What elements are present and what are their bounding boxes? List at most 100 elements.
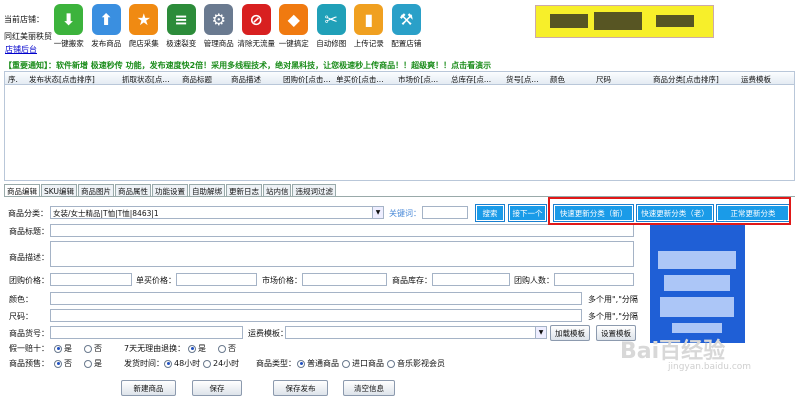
toolbar-button[interactable]: ⬇ 一键搬家 <box>50 4 88 49</box>
ship-48h-radio[interactable]: 48小时 <box>164 358 200 369</box>
wrench-icon: ⚒ <box>391 4 421 35</box>
store-name: 同红美丽秩贸 <box>4 32 52 41</box>
toolbar-button[interactable]: ✂ 自动修图 <box>313 4 351 49</box>
tab-2[interactable]: 商品图片 <box>77 184 114 196</box>
grid-column-header[interactable]: 颜色 <box>550 74 565 85</box>
grid-column-header[interactable]: 市场价[点... <box>398 74 438 85</box>
save-button[interactable]: 保存 <box>192 380 242 396</box>
grid-column-header[interactable]: 商品描述 <box>231 74 261 85</box>
side-advertisement[interactable] <box>650 225 745 343</box>
grid-column-header[interactable]: 尺码 <box>596 74 611 85</box>
grid-column-header[interactable]: 商品分类[点击排序] <box>653 74 719 85</box>
toolbar-label: 自动修图 <box>316 39 347 48</box>
type-media-radio[interactable]: 音乐影视会员 <box>387 358 445 369</box>
product-grid[interactable]: 序. 发布状态[点击排序] 抓取状态[点... 商品标题 商品描述 团购价[点击... 单买… <box>4 71 795 181</box>
size-label: 尺码： <box>9 312 33 321</box>
new-product-button[interactable]: 新建商品 <box>121 380 176 396</box>
toolbar-label: 极速裂变 <box>166 39 197 48</box>
presale-yes-radio[interactable]: 是 <box>84 358 102 369</box>
toolbar-button[interactable]: ⬆ 发布商品 <box>88 4 126 49</box>
important-notice[interactable]: 【重要通知】：软件新增 极速秒传 功能，发布速度快2倍！采用多线程技术，绝对黑科… <box>4 60 491 71</box>
load-template-button[interactable]: 加载模板 <box>550 325 590 341</box>
desc-textarea[interactable] <box>50 241 634 267</box>
sku-input[interactable] <box>50 326 243 339</box>
watermark-url: jingyan.baidu.com <box>668 362 752 372</box>
grid-column-header[interactable]: 单买价[点击... <box>336 74 384 85</box>
color-input[interactable] <box>50 292 582 305</box>
next-button[interactable]: 接下一个 <box>508 204 547 222</box>
size-sep-hint: 多个用","分隔 <box>588 312 638 321</box>
tab-8[interactable]: 违规词过滤 <box>292 184 336 196</box>
category-select[interactable]: 女装/女士精品|T恤|T恤|8463|1 ▼ <box>50 206 384 219</box>
presale-label: 商品预售： <box>9 359 49 368</box>
category-label: 商品分类： <box>8 209 48 218</box>
market-price-label: 市场价格： <box>262 276 302 285</box>
group-people-input[interactable] <box>554 273 634 286</box>
main-toolbar: ⬇ 一键搬家 ⬆ 发布商品 ★ 爬店采集 ≡ 极速裂变 ⚙ 管理商品 ⊘ 清除无流量 ◆ 一键搞定 ✂ 自动修… <box>50 4 425 49</box>
toolbar-button[interactable]: ⊘ 清除无流量 <box>238 4 275 49</box>
group-price-label: 团购价格： <box>9 276 49 285</box>
presale-no-radio[interactable]: 否 <box>54 358 72 369</box>
fake-no-radio[interactable]: 否 <box>84 343 102 354</box>
tab-0[interactable]: 商品编辑 <box>4 184 40 196</box>
fake-compensation-label: 假一赔十： <box>9 344 49 353</box>
toolbar-button[interactable]: ⚙ 管理商品 <box>200 4 238 49</box>
toolbar-label: 一键搞定 <box>278 39 309 48</box>
fake-yes-radio[interactable]: 是 <box>54 343 72 354</box>
return-yes-radio[interactable]: 是 <box>188 343 206 354</box>
tab-4[interactable]: 功能设置 <box>151 184 188 196</box>
toolbar-button[interactable]: ▮ 上传记录 <box>350 4 388 49</box>
grid-column-header[interactable]: 货号[点... <box>506 74 539 85</box>
tab-1[interactable]: SKU编辑 <box>41 184 77 196</box>
prohibit-icon: ⊘ <box>241 4 271 35</box>
tab-5[interactable]: 自助解绑 <box>188 184 225 196</box>
tab-7[interactable]: 站内信 <box>262 184 292 196</box>
return-no-radio[interactable]: 否 <box>218 343 236 354</box>
toolbar-button[interactable]: ≡ 极速裂变 <box>163 4 201 49</box>
promo-banner[interactable] <box>535 5 714 38</box>
grid-column-header[interactable]: 运费模板 <box>741 74 771 85</box>
tag-icon: ◆ <box>279 4 309 35</box>
ship-24h-radio[interactable]: 24小时 <box>203 358 239 369</box>
grid-header: 序. 发布状态[点击排序] 抓取状态[点... 商品标题 商品描述 团购价[点击... 单买… <box>5 72 794 85</box>
color-sep-hint: 多个用","分隔 <box>588 295 638 304</box>
single-price-input[interactable] <box>176 273 257 286</box>
toolbar-button[interactable]: ⚒ 配置店铺 <box>388 4 426 49</box>
grid-column-header[interactable]: 抓取状态[点... <box>122 74 170 85</box>
return-label: 7天无理由退换： <box>124 344 186 353</box>
toolbar-label: 发布商品 <box>91 39 122 48</box>
chevron-down-icon: ▼ <box>535 327 546 338</box>
toolbar-button[interactable]: ★ 爬店采集 <box>125 4 163 49</box>
grid-column-header[interactable]: 商品标题 <box>182 74 212 85</box>
clear-button[interactable]: 清空信息 <box>343 380 395 396</box>
watermark-logo: Bai百经验 <box>620 339 726 364</box>
grid-column-header[interactable]: 团购价[点击... <box>283 74 331 85</box>
title-input[interactable] <box>50 224 634 237</box>
edit-tabs: 商品编辑 SKU编辑 商品图片 商品属性 功能设置 自助解绑 更新日志 站内信 违规词过滤 <box>4 184 337 196</box>
save-publish-button[interactable]: 保存发布 <box>273 380 328 396</box>
tab-6[interactable]: 更新日志 <box>225 184 262 196</box>
highlight-box <box>548 197 791 225</box>
product-type-label: 商品类型： <box>256 359 296 368</box>
keyword-input[interactable] <box>422 206 468 219</box>
type-import-radio[interactable]: 进口商品 <box>342 358 384 369</box>
toolbar-label: 管理商品 <box>203 39 234 48</box>
type-normal-radio[interactable]: 普通商品 <box>297 358 339 369</box>
current-store-label: 当前店铺： <box>4 15 44 24</box>
grid-column-header[interactable]: 总库存[点... <box>451 74 491 85</box>
grid-column-header[interactable]: 序. <box>8 74 18 85</box>
scissors-icon: ✂ <box>316 4 346 35</box>
shipping-select[interactable]: ▼ <box>285 326 547 339</box>
store-backend-link[interactable]: 店铺后台 <box>5 44 37 55</box>
search-button[interactable]: 搜索 <box>475 204 505 222</box>
market-price-input[interactable] <box>302 273 387 286</box>
group-people-label: 团购人数： <box>514 276 554 285</box>
tab-3[interactable]: 商品属性 <box>114 184 151 196</box>
stock-input[interactable] <box>432 273 510 286</box>
grid-column-header[interactable]: 发布状态[点击排序] <box>29 74 95 85</box>
download-arrow-icon: ⬇ <box>54 4 84 35</box>
toolbar-label: 上传记录 <box>353 39 384 48</box>
group-price-input[interactable] <box>50 273 132 286</box>
size-input[interactable] <box>50 309 582 322</box>
toolbar-button[interactable]: ◆ 一键搞定 <box>275 4 313 49</box>
